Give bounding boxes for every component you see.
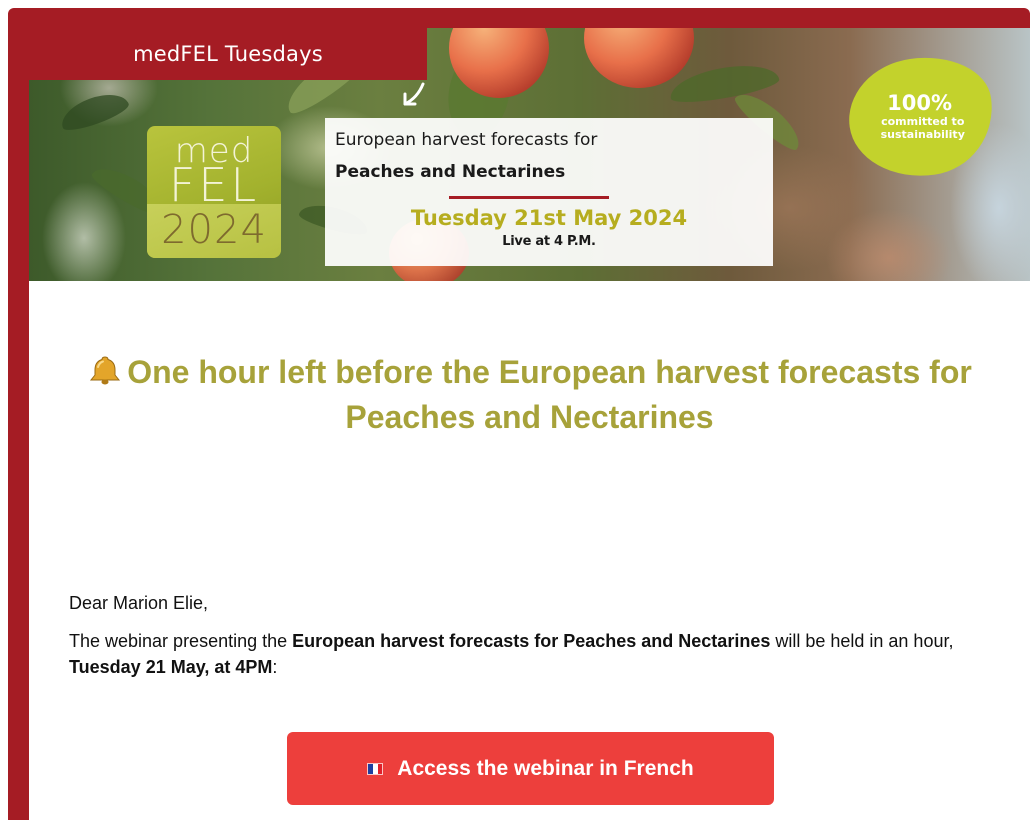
greeting: Dear Marion Elie, [69, 593, 209, 613]
badge-text-line2: sustainability [880, 127, 965, 141]
para-bold-topic: European harvest forecasts for Peaches a… [292, 631, 771, 651]
badge-text-line1: committed to [880, 114, 965, 128]
hero-tab-label: medFEL Tuesdays [133, 42, 323, 66]
logo-fel: FEL [168, 158, 260, 212]
para-part1: The webinar presenting the [69, 631, 293, 651]
event-date: Tuesday 21st May 2024 [410, 206, 688, 230]
access-webinar-french-button[interactable]: Access the webinar in French [287, 732, 774, 805]
event-subtitle: European harvest forecasts for [335, 130, 598, 150]
headline-text: One hour left before the European harves… [127, 354, 972, 435]
email-card: medFEL Tuesdays med FEL 2024 European ha… [29, 28, 1030, 820]
hero-banner: medFEL Tuesdays med FEL 2024 European ha… [29, 28, 1030, 281]
badge-text: committed to sustainability [880, 114, 965, 141]
logo-year: 2024 [161, 207, 267, 253]
event-divider [449, 196, 609, 199]
french-flag-icon [367, 762, 384, 775]
event-title: Peaches and Nectarines [335, 162, 566, 182]
para-bold-datetime: Tuesday 21 May, at 4PM [69, 657, 273, 677]
access-webinar-french-label: Access the webinar in French [397, 756, 694, 780]
sustainability-badge: 100% committed to sustainability [841, 48, 1001, 186]
event-time: Live at 4 P.M. [502, 234, 596, 249]
para-part2: will be held in an hour, [770, 631, 954, 651]
badge-percent: 100% [886, 90, 952, 115]
event-info-box: European harvest forecasts for Peaches a… [325, 118, 773, 266]
email-headline: One hour left before the European harves… [29, 350, 1030, 440]
medfel-logo: med FEL 2024 [147, 126, 281, 258]
hero-tab: medFEL Tuesdays [29, 28, 427, 80]
arrow-icon [403, 82, 425, 106]
bell-icon [90, 356, 121, 385]
email-paragraph: The webinar presenting the European harv… [69, 628, 969, 680]
para-part3: : [272, 657, 278, 677]
